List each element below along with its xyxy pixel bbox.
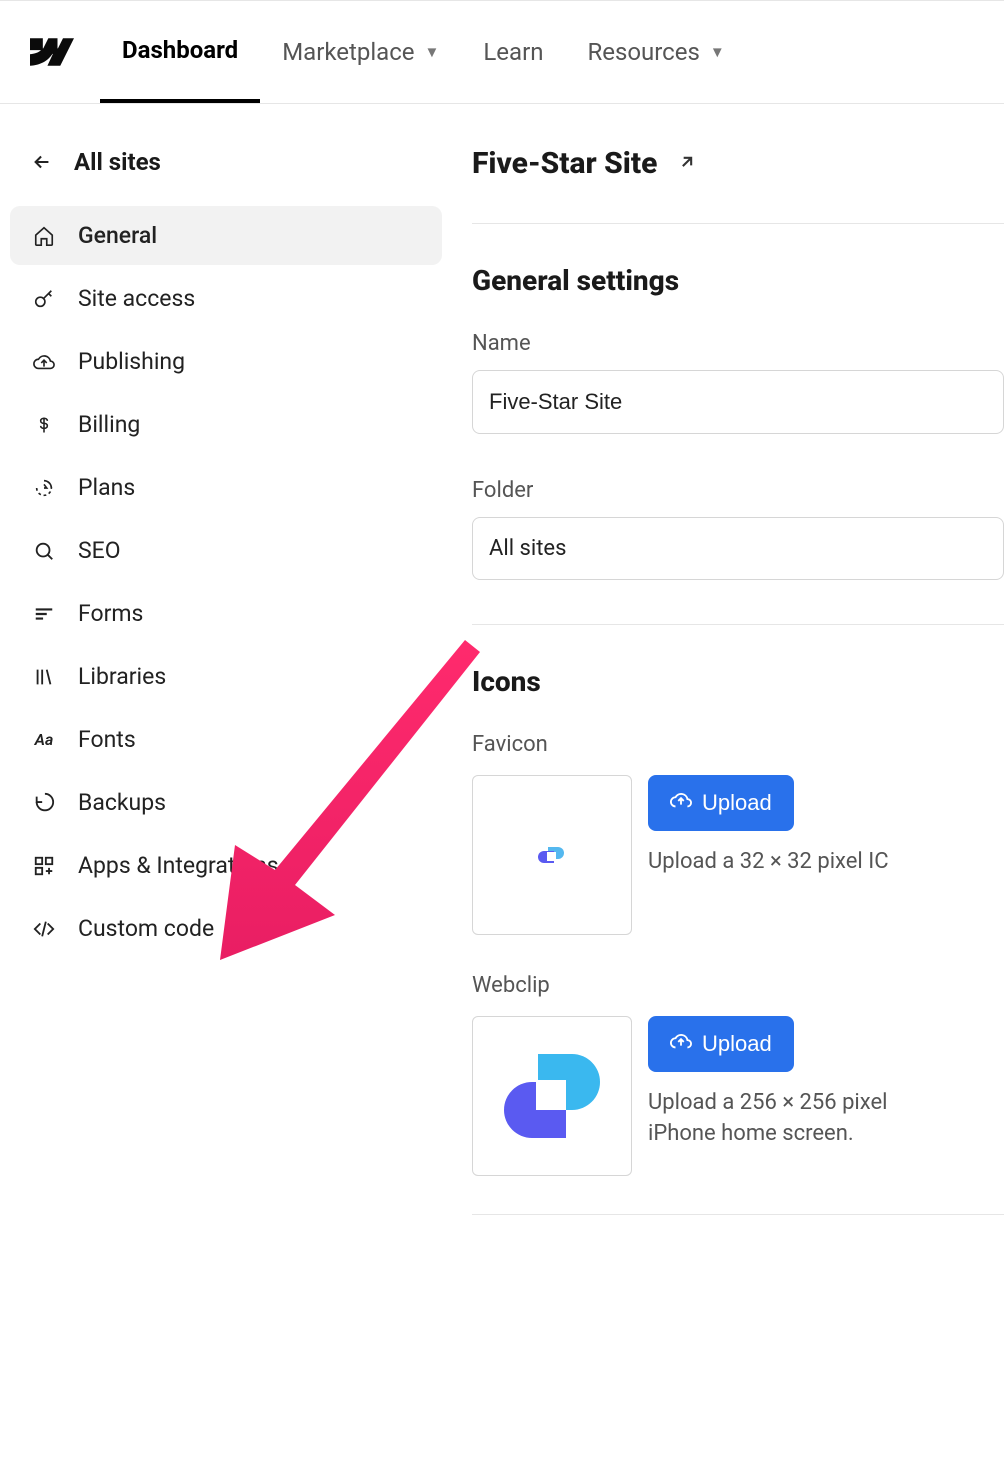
sidebar-item-label: Fonts [78,726,136,753]
fonts-icon: Aa [32,728,56,752]
nav-label: Marketplace [282,38,414,66]
key-icon [32,287,56,311]
libraries-icon [32,665,56,689]
site-name-input[interactable] [472,370,1004,434]
sidebar-item-billing[interactable]: Billing [10,395,442,454]
sidebar-item-label: Custom code [78,915,214,942]
favicon-image [534,837,570,873]
site-title: Five-Star Site [472,146,657,181]
sidebar-item-libraries[interactable]: Libraries [10,647,442,706]
icons-heading: Icons [472,665,1004,698]
nav-label: Learn [483,38,543,66]
name-field-block: Name [472,331,1004,434]
chevron-down-icon: ▼ [710,43,725,61]
sidebar-item-seo[interactable]: SEO [10,521,442,580]
sidebar-item-label: Billing [78,411,140,438]
sidebar-item-label: SEO [78,537,121,564]
sidebar-item-custom-code[interactable]: Custom code [10,899,442,958]
sidebar-item-publishing[interactable]: Publishing [10,332,442,391]
sidebar-item-label: Backups [78,789,166,816]
back-to-all-sites[interactable]: All sites [10,138,442,206]
webclip-block: Webclip Upload Uploa [472,973,1004,1176]
sidebar-item-label: Forms [78,600,143,627]
webclip-hint-line1: Upload a 256 × 256 pixel [648,1090,888,1115]
name-label: Name [472,331,1004,356]
sidebar-item-label: Plans [78,474,135,501]
nav-label: Dashboard [122,36,238,64]
main-panel: Five-Star Site General settings Name Fol… [452,104,1004,1215]
webclip-label: Webclip [472,973,1004,998]
divider [472,1214,1004,1215]
search-icon [32,539,56,563]
forms-icon [32,602,56,626]
nav-tabs: Dashboard Marketplace ▼ Learn Resources … [100,1,747,103]
settings-sidebar: All sites General Site access Publishing [0,104,452,1215]
folder-select-value: All sites [489,536,566,561]
webclip-upload-button[interactable]: Upload [648,1016,794,1072]
folder-field-block: Folder All sites [472,478,1004,580]
back-label: All sites [74,148,161,176]
sidebar-item-label: Site access [78,285,195,312]
sidebar-item-label: Libraries [78,663,166,690]
favicon-block: Favicon Upload Uploa [472,732,1004,935]
sidebar-item-backups[interactable]: Backups [10,773,442,832]
sidebar-item-site-access[interactable]: Site access [10,269,442,328]
upload-label: Upload [702,790,772,816]
home-icon [32,224,56,248]
apps-grid-icon [32,854,56,878]
sidebar-item-forms[interactable]: Forms [10,584,442,643]
cloud-up-icon [32,350,56,374]
favicon-preview [472,775,632,935]
chevron-down-icon: ▼ [425,43,440,61]
plan-circle-icon [32,476,56,500]
site-title-row: Five-Star Site [472,146,1004,181]
sidebar-item-general[interactable]: General [10,206,442,265]
webclip-preview [472,1016,632,1176]
nav-marketplace[interactable]: Marketplace ▼ [260,1,461,103]
sidebar-item-label: General [78,222,157,249]
sidebar-item-label: Apps & Integrations [78,852,279,879]
divider [472,624,1004,625]
favicon-hint: Upload a 32 × 32 pixel IC [648,849,889,874]
nav-resources[interactable]: Resources ▼ [565,1,746,103]
nav-label: Resources [587,38,699,66]
arrow-left-icon [30,150,54,174]
divider [472,223,1004,224]
upload-label: Upload [702,1031,772,1057]
upload-cloud-icon [670,1030,692,1058]
folder-select[interactable]: All sites [472,517,1004,580]
sidebar-item-apps[interactable]: Apps & Integrations [10,836,442,895]
top-navbar: Dashboard Marketplace ▼ Learn Resources … [0,0,1004,104]
sidebar-list: General Site access Publishing Billing [10,206,442,958]
sidebar-item-fonts[interactable]: Aa Fonts [10,710,442,769]
upload-cloud-icon [670,789,692,817]
sidebar-item-plans[interactable]: Plans [10,458,442,517]
nav-dashboard[interactable]: Dashboard [100,1,260,103]
webclip-hint-line2: iPhone home screen. [648,1121,854,1146]
code-icon [32,917,56,941]
webflow-logo[interactable] [28,28,76,76]
general-settings-heading: General settings [472,264,1004,297]
open-external-icon[interactable] [677,152,697,176]
favicon-label: Favicon [472,732,1004,757]
dollar-icon [32,413,56,437]
favicon-upload-button[interactable]: Upload [648,775,794,831]
nav-learn[interactable]: Learn [461,1,565,103]
sidebar-item-label: Publishing [78,348,185,375]
undo-icon [32,791,56,815]
webclip-image [492,1036,612,1156]
folder-label: Folder [472,478,1004,503]
